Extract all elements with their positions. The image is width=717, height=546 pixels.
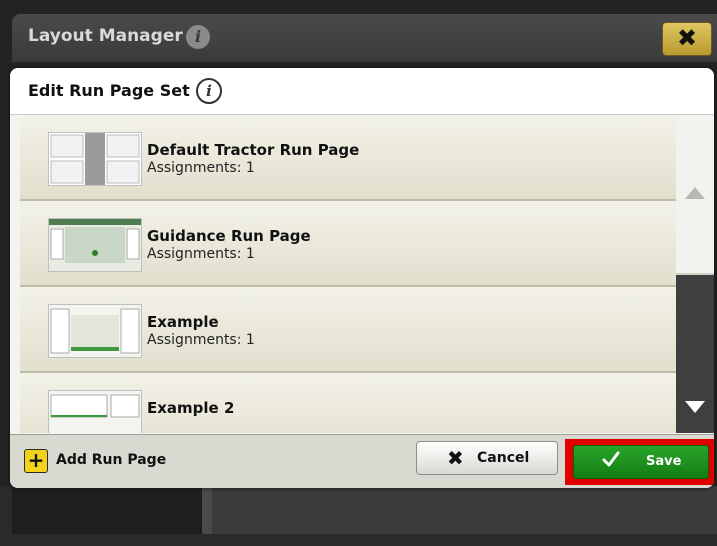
list-item-subtitle: Assignments: 1 <box>147 246 255 262</box>
list-item[interactable]: Example Assignments: 1 <box>20 287 676 373</box>
run-page-list: Default Tractor Run Page Assignments: 1 … <box>20 115 676 433</box>
save-highlight: Save <box>565 439 714 485</box>
add-run-page-label: Add Run Page <box>56 452 167 468</box>
cancel-button[interactable]: ✖ Cancel <box>416 441 558 475</box>
info-icon[interactable]: i <box>196 78 222 104</box>
arrow-down-icon <box>685 401 705 413</box>
list-item-name: Default Tractor Run Page <box>147 141 360 159</box>
window-title: Layout Manager <box>28 26 183 46</box>
background-right-panel <box>212 486 717 534</box>
list-item-subtitle: Assignments: 1 <box>147 332 255 348</box>
arrow-up-icon <box>685 187 705 199</box>
thumbnail-image <box>49 219 141 271</box>
list-item-name: Example <box>147 313 219 331</box>
dialog-footer: + Add Run Page ✖ Cancel Save <box>10 434 714 488</box>
add-run-page-button[interactable]: + Add Run Page <box>24 449 194 475</box>
run-page-thumbnail <box>48 304 142 358</box>
close-button[interactable]: ✖ <box>662 22 712 56</box>
run-page-thumbnail <box>48 132 142 186</box>
thumbnail-image <box>49 305 141 357</box>
plus-icon: + <box>24 449 48 473</box>
title-bar: Layout Manager i <box>12 14 717 62</box>
info-icon[interactable]: i <box>186 25 210 49</box>
background-panels <box>0 486 717 546</box>
background-left-panel <box>12 486 202 534</box>
list-item[interactable]: Guidance Run Page Assignments: 1 <box>20 201 676 287</box>
list-item-name: Guidance Run Page <box>147 227 311 245</box>
list-item[interactable]: Example 2 <box>20 373 676 433</box>
list-scrollbar[interactable] <box>676 115 714 433</box>
list-item[interactable]: Default Tractor Run Page Assignments: 1 <box>20 115 676 201</box>
dialog-title: Edit Run Page Set <box>28 81 190 100</box>
run-page-thumbnail <box>48 218 142 272</box>
edit-run-page-set-dialog: Edit Run Page Set i Default Tractor Run … <box>10 68 714 488</box>
scroll-up-button[interactable] <box>676 115 714 273</box>
close-icon: ✖ <box>676 24 698 52</box>
background-divider <box>202 486 212 534</box>
thumbnail-image <box>49 133 141 185</box>
cancel-label: Cancel <box>477 450 530 466</box>
x-icon: ✖ <box>447 446 464 470</box>
dialog-header: Edit Run Page Set i <box>10 68 714 115</box>
list-item-subtitle: Assignments: 1 <box>147 160 255 176</box>
list-item-name: Example 2 <box>147 399 235 417</box>
run-page-thumbnail <box>48 390 142 433</box>
save-label: Save <box>646 454 682 469</box>
scroll-down-button[interactable] <box>676 275 714 433</box>
save-button[interactable]: Save <box>573 445 709 479</box>
thumbnail-image <box>49 391 141 433</box>
checkmark-icon <box>602 451 620 467</box>
